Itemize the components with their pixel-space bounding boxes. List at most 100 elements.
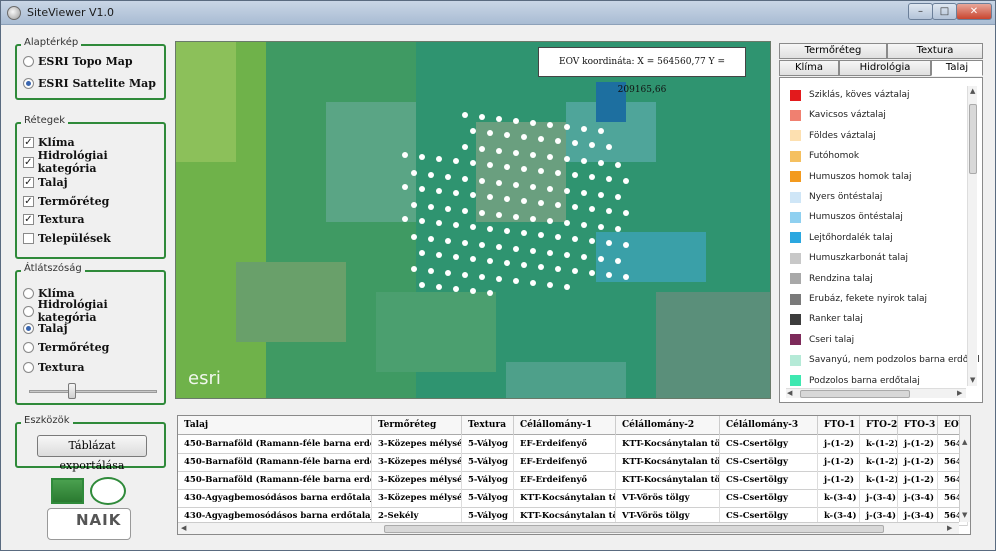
sample-point[interactable] [623,210,629,216]
sample-point[interactable] [513,182,519,188]
sample-point[interactable] [598,160,604,166]
sample-point[interactable] [470,224,476,230]
sample-point[interactable] [479,274,485,280]
scroll-thumb[interactable] [384,525,884,533]
sample-point[interactable] [496,180,502,186]
sample-point[interactable] [428,236,434,242]
sample-point[interactable] [598,224,604,230]
sample-point[interactable] [598,256,604,262]
radio-button[interactable] [23,341,34,353]
sample-point[interactable] [572,268,578,274]
sample-point[interactable] [538,232,544,238]
sample-point[interactable] [564,284,570,290]
sample-point[interactable] [589,142,595,148]
sample-point[interactable] [623,178,629,184]
sample-point[interactable] [521,230,527,236]
sample-point[interactable] [487,162,493,168]
sample-point[interactable] [589,270,595,276]
sample-point[interactable] [538,264,544,270]
sample-point[interactable] [581,190,587,196]
scroll-down-icon[interactable]: ▼ [970,376,975,384]
sample-point[interactable] [419,282,425,288]
sample-point[interactable] [615,226,621,232]
sample-point[interactable] [411,266,417,272]
opacity-option-hidrologia[interactable]: Hidrológiai kategória [23,298,164,324]
sample-point[interactable] [479,114,485,120]
sample-point[interactable] [496,244,502,250]
sample-point[interactable] [513,118,519,124]
sample-point[interactable] [411,170,417,176]
sample-point[interactable] [547,122,553,128]
scroll-right-icon[interactable]: ▶ [957,389,962,397]
legend-horizontal-scrollbar[interactable]: ◀ ▶ [786,388,966,398]
sample-point[interactable] [487,258,493,264]
sample-point[interactable] [564,156,570,162]
sample-point[interactable] [470,192,476,198]
sample-point[interactable] [496,116,502,122]
sample-point[interactable] [445,206,451,212]
sample-point[interactable] [419,154,425,160]
sample-point[interactable] [453,254,459,260]
sample-point[interactable] [598,128,604,134]
sample-point[interactable] [606,272,612,278]
tab-termoreteg[interactable]: Termőréteg [779,43,887,59]
sample-point[interactable] [564,124,570,130]
scroll-thumb[interactable] [800,390,910,398]
sample-point[interactable] [402,152,408,158]
sample-point[interactable] [496,148,502,154]
column-header[interactable]: Termőréteg [372,416,462,435]
column-header[interactable]: FTO-3 [898,416,938,435]
sample-point[interactable] [411,202,417,208]
sample-point[interactable] [513,214,519,220]
sample-point[interactable] [428,172,434,178]
sample-point[interactable] [504,260,510,266]
column-header[interactable]: FTO-1 [818,416,860,435]
sample-point[interactable] [462,176,468,182]
sample-point[interactable] [555,266,561,272]
sample-point[interactable] [445,238,451,244]
table-row[interactable]: 430-Agyagbemosódásos barna erdőtalaj 3-Kö… [178,489,968,508]
layer-checkbox-talaj[interactable]: ✓ Talaj [23,174,68,190]
sample-point[interactable] [462,208,468,214]
column-header[interactable]: Célállomány-2 [616,416,720,435]
layer-checkbox-klima[interactable]: ✓ Klíma [23,134,75,150]
close-button[interactable]: ✕ [956,3,992,20]
table-horizontal-scrollbar[interactable]: ◀ ▶ [178,522,959,534]
sample-point[interactable] [547,186,553,192]
tab-klima[interactable]: Klíma [779,60,839,76]
sample-point[interactable] [581,222,587,228]
scroll-up-icon[interactable]: ▲ [962,438,967,446]
sample-point[interactable] [589,206,595,212]
sample-point[interactable] [453,158,459,164]
map-view[interactable]: EOV koordináta: X = 564560,77 Y = 209165… [175,41,771,399]
sample-point[interactable] [606,208,612,214]
sample-point[interactable] [564,220,570,226]
sample-point[interactable] [598,192,604,198]
sample-point[interactable] [479,210,485,216]
checkbox[interactable]: ✓ [23,136,34,148]
sample-point[interactable] [521,166,527,172]
sample-point[interactable] [581,126,587,132]
sample-point[interactable] [513,246,519,252]
checkbox[interactable]: ✓ [23,176,34,188]
column-header[interactable]: FTO-2 [860,416,898,435]
sample-point[interactable] [538,168,544,174]
sample-point[interactable] [538,136,544,142]
sample-point[interactable] [496,212,502,218]
sample-point[interactable] [513,150,519,156]
scroll-up-icon[interactable]: ▲ [970,87,975,95]
sample-point[interactable] [479,146,485,152]
maximize-button[interactable]: □ [932,3,957,20]
radio-button[interactable] [23,55,34,67]
table-vertical-scrollbar[interactable]: ▲ ▼ [959,416,970,522]
sample-point[interactable] [470,256,476,262]
scroll-left-icon[interactable]: ◀ [787,389,792,397]
sample-point[interactable] [504,228,510,234]
sample-point[interactable] [606,176,612,182]
radio-button[interactable] [23,361,34,373]
sample-point[interactable] [496,276,502,282]
sample-point[interactable] [487,130,493,136]
sample-point[interactable] [419,250,425,256]
sample-point[interactable] [530,248,536,254]
sample-point[interactable] [615,162,621,168]
